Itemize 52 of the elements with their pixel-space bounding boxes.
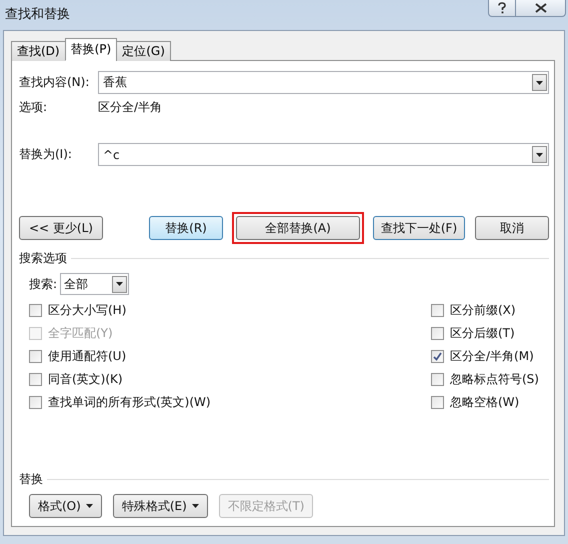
find-next-button[interactable]: 查找下一处(F) <box>373 216 465 240</box>
checkbox[interactable] <box>431 373 444 386</box>
window-title: 查找和替换 <box>4 6 70 23</box>
caret-icon <box>536 80 543 84</box>
find-field[interactable]: 香蕉 <box>98 71 549 94</box>
checkbox[interactable] <box>431 304 444 317</box>
replace-button[interactable]: 替换(R) <box>149 216 223 240</box>
close-button[interactable] <box>516 0 566 17</box>
replace-label: 替换为(I): <box>19 146 73 163</box>
options-value: 区分全/半角 <box>98 99 162 115</box>
tab[interactable]: 替换(P) <box>64 38 118 61</box>
checkbox-label: 忽略标点符号(S) <box>450 371 539 388</box>
dropdown-button[interactable] <box>112 276 128 292</box>
checkbox[interactable] <box>431 350 444 363</box>
close-icon <box>534 3 546 13</box>
checkbox-label: 区分全/半角(M) <box>450 348 534 365</box>
checkbox-label: 区分前缀(X) <box>450 302 516 319</box>
search-label: 搜索: <box>29 276 58 292</box>
dropdown-button[interactable] <box>532 146 547 163</box>
section-title: 搜索选项 <box>19 250 67 267</box>
replace-field[interactable]: ^c <box>98 143 549 166</box>
format-button[interactable]: 特殊格式(E) <box>112 494 208 518</box>
checkbox[interactable] <box>29 396 42 409</box>
checkbox-label: 同音(英文)(K) <box>48 371 123 388</box>
format-button[interactable]: 格式(O) <box>29 494 102 518</box>
caret-icon <box>192 504 199 508</box>
checkbox[interactable] <box>431 396 444 409</box>
checkbox-label: 使用通配符(U) <box>48 348 126 365</box>
less-button[interactable]: << 更少(L) <box>19 216 103 240</box>
search-select[interactable]: 全部 <box>60 273 130 295</box>
tab[interactable]: 定位(G) <box>116 41 171 61</box>
tab[interactable]: 查找(D) <box>11 41 66 61</box>
checkbox[interactable] <box>29 304 42 317</box>
options-label: 选项: <box>19 99 48 115</box>
replace-all-button[interactable]: 全部替换(A) <box>236 216 360 240</box>
checkbox-label: 全字匹配(Y) <box>48 325 113 342</box>
checkbox-label: 查找单词的所有形式(英文)(W) <box>48 394 211 411</box>
cancel-button[interactable]: 取消 <box>475 216 549 240</box>
checkbox-label: 区分大小写(H) <box>48 302 126 319</box>
help-icon <box>497 2 507 14</box>
caret-icon <box>536 152 543 156</box>
checkbox[interactable] <box>29 350 42 363</box>
checkbox[interactable] <box>431 327 444 340</box>
caret-icon <box>116 282 124 286</box>
dropdown-button[interactable] <box>532 74 547 91</box>
help-button[interactable] <box>488 0 516 17</box>
section-title: 替换 <box>19 471 43 488</box>
checkbox[interactable] <box>29 373 42 386</box>
find-label: 查找内容(N): <box>19 74 90 91</box>
caret-icon <box>86 504 93 508</box>
checkbox-label: 忽略空格(W) <box>450 394 520 411</box>
checkbox-label: 区分后缀(T) <box>450 325 515 342</box>
